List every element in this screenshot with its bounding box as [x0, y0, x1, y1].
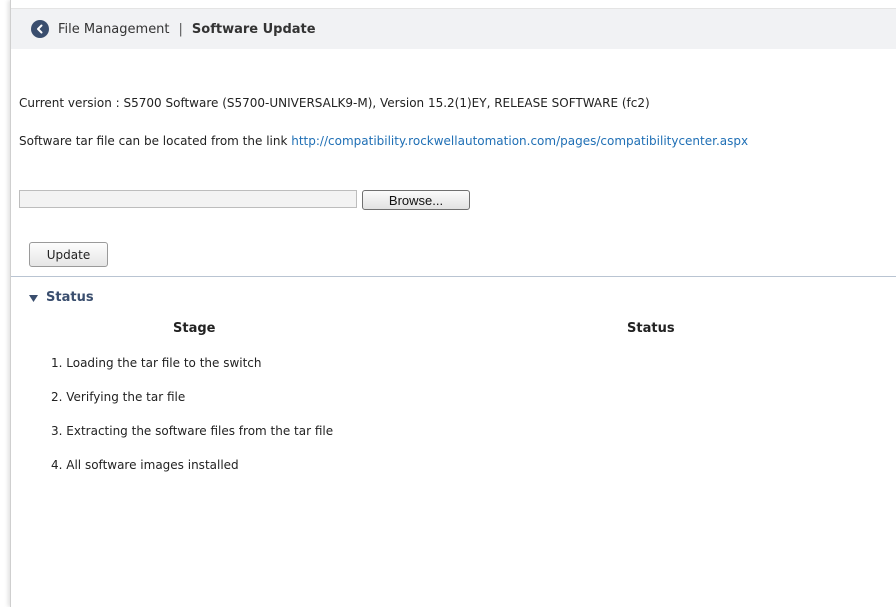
stage-label: 4. All software images installed: [51, 458, 239, 472]
breadcrumb-separator: |: [178, 21, 183, 37]
status-section-label: Status: [46, 290, 94, 305]
browse-button[interactable]: Browse...: [362, 190, 470, 210]
stage-label: 2. Verifying the tar file: [51, 390, 186, 404]
compatibility-link[interactable]: http://compatibility.rockwellautomation.…: [291, 134, 748, 148]
stage-row: 2. Verifying the tar file: [51, 389, 333, 423]
file-path-input[interactable]: [19, 190, 357, 208]
section-divider: [11, 276, 896, 277]
stage-row: 1. Loading the tar file to the switch: [51, 355, 333, 389]
back-arrow-icon[interactable]: [31, 20, 49, 38]
stage-list: 1. Loading the tar file to the switch 2.…: [51, 355, 333, 491]
status-section-toggle[interactable]: Status: [29, 290, 94, 305]
tar-file-text: Software tar file can be located from th…: [19, 134, 288, 148]
page-header: File Management | Software Update: [11, 8, 896, 49]
main-panel: File Management | Software Update Curren…: [10, 0, 896, 607]
triangle-down-icon: [29, 291, 38, 305]
tar-file-info: Software tar file can be located from th…: [19, 134, 748, 148]
stage-label: 1. Loading the tar file to the switch: [51, 356, 262, 370]
stage-row: 4. All software images installed: [51, 457, 333, 491]
breadcrumb-file-management[interactable]: File Management: [58, 22, 170, 37]
stage-label: 3. Extracting the software files from th…: [51, 424, 334, 438]
update-button[interactable]: Update: [29, 242, 108, 267]
status-column-header: Status: [627, 321, 675, 336]
page-title: Software Update: [191, 21, 316, 37]
stage-column-header: Stage: [173, 321, 216, 336]
current-version-text: Current version : S5700 Software (S5700-…: [19, 96, 650, 110]
stage-row: 3. Extracting the software files from th…: [51, 423, 333, 457]
